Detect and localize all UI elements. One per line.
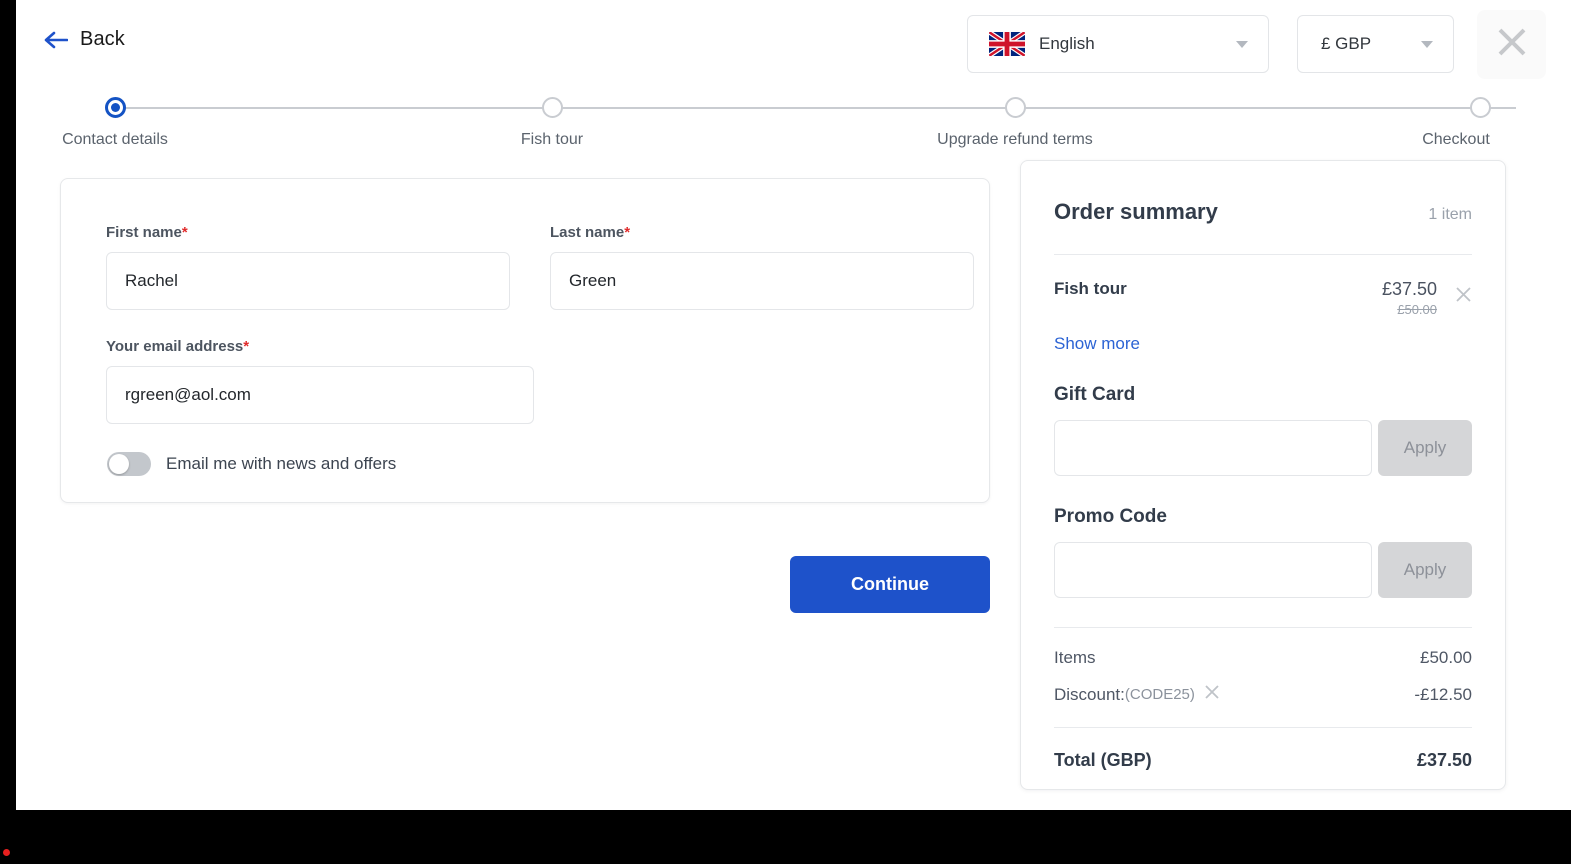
gift-card-input[interactable] xyxy=(1054,420,1372,476)
screen-root: Back English £ GBP Contact details Fish … xyxy=(0,0,1571,864)
required-marker: * xyxy=(181,224,188,241)
total-value: £37.50 xyxy=(1416,750,1472,770)
chevron-down-icon xyxy=(1236,40,1248,48)
gift-card-title: Gift Card xyxy=(1054,384,1136,405)
totals-discount-left: Discount: (CODE25) xyxy=(1054,684,1220,705)
totals-items-value: £50.00 xyxy=(1420,648,1472,667)
stepper-step-fish-tour[interactable]: Fish tour xyxy=(432,88,672,149)
last-name-field-group: Last name* Green xyxy=(550,224,974,310)
email-input[interactable]: rgreen@aol.com xyxy=(106,366,534,424)
totals-grand-row: Total (GBP) £37.50 xyxy=(1054,750,1472,771)
recording-indicator-dot xyxy=(3,849,10,856)
order-line-item: Fish tour £37.50 £50.00 xyxy=(1054,255,1472,317)
promo-code-row: Apply xyxy=(1054,542,1472,598)
stepper-step-contact-details[interactable]: Contact details xyxy=(16,88,235,149)
totals-items-row: Items £50.00 xyxy=(1054,648,1472,668)
totals-items-label: Items xyxy=(1054,648,1096,667)
progress-stepper: Contact details Fish tour Upgrade refund… xyxy=(16,88,1571,160)
order-totals: Items £50.00 Discount: (CODE25) -£12.50 xyxy=(1054,627,1472,771)
totals-discount-row: Discount: (CODE25) -£12.50 xyxy=(1054,684,1472,705)
totals-discount-label: Discount: xyxy=(1054,684,1125,704)
step-node-icon xyxy=(541,97,563,118)
step-label: Contact details xyxy=(62,131,168,148)
first-name-input[interactable]: Rachel xyxy=(106,252,510,310)
required-marker: * xyxy=(624,224,631,241)
chevron-down-icon xyxy=(1421,40,1433,48)
stepper-step-checkout[interactable]: Checkout xyxy=(1360,88,1571,149)
order-summary-header: Order summary 1 item xyxy=(1054,161,1472,225)
gift-card-row: Apply xyxy=(1054,420,1472,476)
bottom-bar xyxy=(0,810,1571,864)
total-label: Total (GBP) xyxy=(1054,750,1152,770)
last-name-label: Last name* xyxy=(550,224,974,241)
promo-code-apply-button[interactable]: Apply xyxy=(1378,542,1472,598)
continue-button[interactable]: Continue xyxy=(790,556,990,613)
stepper-step-upgrade-refund-terms[interactable]: Upgrade refund terms xyxy=(895,88,1135,149)
last-name-value: Green xyxy=(569,271,617,290)
email-field-group: Your email address* rgreen@aol.com xyxy=(106,338,534,424)
email-label-text: Your email address xyxy=(106,338,244,355)
close-button[interactable] xyxy=(1477,10,1546,79)
arrow-left-icon xyxy=(44,31,69,49)
step-node-icon xyxy=(1004,97,1026,118)
language-value: English xyxy=(1039,34,1095,53)
promo-code-title: Promo Code xyxy=(1054,506,1167,527)
email-value: rgreen@aol.com xyxy=(125,385,251,404)
first-name-label-text: First name xyxy=(106,224,182,241)
line-item-price: £37.50 xyxy=(1381,279,1437,299)
line-item-right: £37.50 £50.00 xyxy=(1382,279,1472,317)
newsletter-toggle[interactable] xyxy=(107,452,151,476)
back-label: Back xyxy=(80,28,125,50)
order-summary-panel: Order summary 1 item Fish tour £37.50 £5… xyxy=(1020,160,1506,790)
required-marker: * xyxy=(243,338,250,355)
order-item-count: 1 item xyxy=(1428,206,1472,223)
language-selector[interactable]: English xyxy=(967,15,1269,73)
toggle-knob xyxy=(109,454,129,474)
divider xyxy=(1054,627,1472,628)
promo-code-input[interactable] xyxy=(1054,542,1372,598)
step-label: Checkout xyxy=(1422,131,1490,148)
currency-selector[interactable]: £ GBP xyxy=(1297,15,1454,73)
currency-value: £ GBP xyxy=(1321,34,1372,53)
close-icon xyxy=(1495,25,1529,64)
uk-flag-icon xyxy=(989,32,1025,56)
first-name-label: First name* xyxy=(106,224,510,241)
totals-discount-value: -£12.50 xyxy=(1414,684,1472,704)
step-node-icon xyxy=(104,97,126,118)
stepper-track xyxy=(115,107,1516,109)
gift-card-apply-button[interactable]: Apply xyxy=(1378,420,1472,476)
remove-item-button[interactable] xyxy=(1455,286,1472,308)
first-name-field-group: First name* Rachel xyxy=(106,224,510,310)
email-label: Your email address* xyxy=(106,338,534,355)
line-item-old-price: £50.00 xyxy=(1397,302,1437,317)
page-header: Back English £ GBP xyxy=(16,0,1571,88)
order-summary-title: Order summary xyxy=(1054,199,1218,224)
divider xyxy=(1054,727,1472,728)
remove-discount-button[interactable] xyxy=(1204,684,1220,705)
close-icon xyxy=(1456,287,1471,302)
newsletter-label: Email me with news and offers xyxy=(166,454,397,473)
close-icon xyxy=(1205,685,1219,699)
last-name-label-text: Last name xyxy=(550,224,625,241)
newsletter-opt-in-row: Email me with news and offers xyxy=(107,452,396,476)
first-name-value: Rachel xyxy=(125,271,178,290)
step-label: Upgrade refund terms xyxy=(937,131,1093,148)
totals-discount-code: (CODE25) xyxy=(1124,686,1195,703)
step-node-icon xyxy=(1469,97,1491,118)
line-item-prices: £37.50 £50.00 xyxy=(1382,279,1437,317)
show-more-link[interactable]: Show more xyxy=(1054,334,1472,354)
contact-details-form: First name* Rachel Last name* Green Your… xyxy=(60,178,990,503)
checkout-page: Back English £ GBP Contact details Fish … xyxy=(16,0,1571,810)
back-button[interactable]: Back xyxy=(44,28,125,51)
line-item-name: Fish tour xyxy=(1054,279,1127,298)
last-name-input[interactable]: Green xyxy=(550,252,974,310)
step-label: Fish tour xyxy=(520,131,584,148)
